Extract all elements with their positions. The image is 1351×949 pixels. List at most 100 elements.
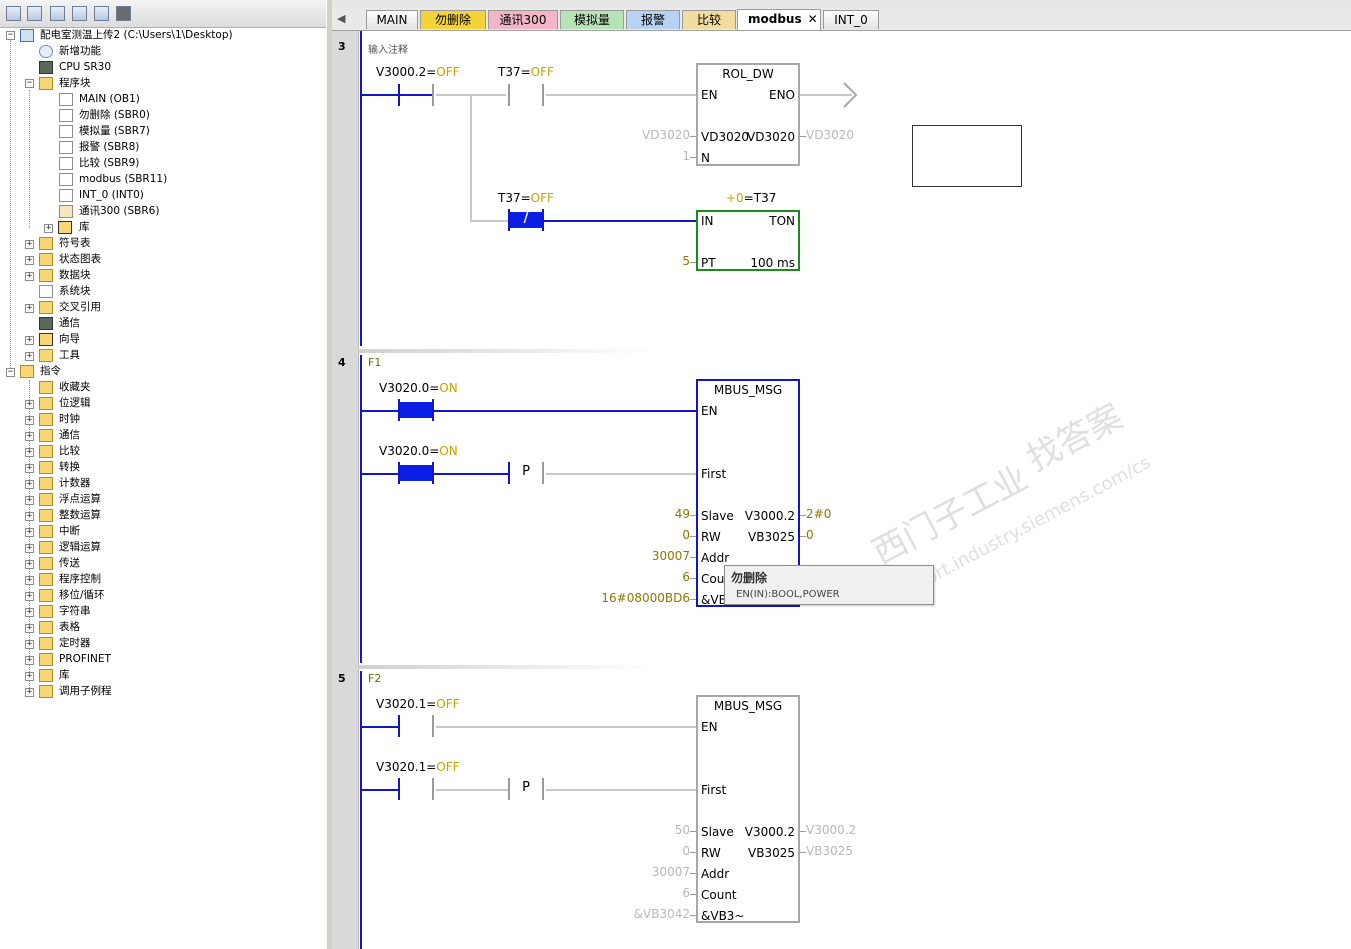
- expand-icon[interactable]: +: [25, 240, 34, 249]
- tree-item-table[interactable]: 表格: [59, 619, 80, 635]
- expand-icon[interactable]: +: [25, 592, 34, 601]
- operand-value[interactable]: 16#08000BD6: [582, 591, 690, 605]
- expand-icon[interactable]: +: [25, 640, 34, 649]
- tab-int0[interactable]: INT_0: [823, 10, 879, 29]
- tree-item-clock[interactable]: 时钟: [59, 411, 80, 427]
- tree-item-cpu[interactable]: CPU SR30: [59, 59, 111, 75]
- tree-item-interrupt[interactable]: 中断: [59, 523, 80, 539]
- tree-item-cross-ref[interactable]: 交叉引用: [59, 299, 101, 315]
- positive-edge-contact[interactable]: P: [508, 778, 544, 800]
- operand-value[interactable]: 1: [662, 149, 690, 163]
- tree-item-bit-logic[interactable]: 位逻辑: [59, 395, 91, 411]
- expand-lib-icon[interactable]: +: [44, 224, 53, 233]
- operand-value[interactable]: 6: [652, 886, 690, 900]
- tree-item-float-math[interactable]: 浮点运算: [59, 491, 101, 507]
- rol-dw-box[interactable]: ROL_DW EN ENO VD3020 VD3020 N: [696, 63, 800, 166]
- contact-no[interactable]: [398, 715, 434, 737]
- mbus-msg-box[interactable]: MBUS_MSG EN First Slave V3000.2 RW VB302…: [696, 695, 800, 923]
- expand-icon[interactable]: +: [25, 528, 34, 537]
- expand-icon[interactable]: +: [25, 560, 34, 569]
- window-icon[interactable]: [94, 6, 109, 21]
- tree-item-move[interactable]: 传送: [59, 555, 80, 571]
- contact-no[interactable]: [398, 462, 434, 484]
- collapse-program-block-icon[interactable]: −: [25, 79, 34, 88]
- tab-main[interactable]: MAIN: [366, 10, 418, 29]
- tree-item-tools[interactable]: 工具: [59, 347, 80, 363]
- tree-item-favorites[interactable]: 收藏夹: [59, 379, 91, 395]
- expand-icon[interactable]: +: [25, 416, 34, 425]
- operand-value[interactable]: 5: [662, 254, 690, 268]
- tree-item-project[interactable]: 配电室测温上传2 (C:\Users\1\Desktop): [40, 27, 233, 43]
- tab-sbr11[interactable]: modbus ✕: [737, 9, 821, 30]
- operand-value[interactable]: 6: [652, 570, 690, 584]
- operand-value[interactable]: &VB3042: [602, 907, 690, 921]
- tree-item-compare[interactable]: 比较: [59, 443, 80, 459]
- tree-item-timer[interactable]: 定时器: [59, 635, 91, 651]
- operand-value[interactable]: 50: [652, 823, 690, 837]
- network-comment[interactable]: F2: [368, 672, 381, 685]
- tree-item-main[interactable]: MAIN (OB1): [79, 91, 140, 107]
- expand-icon[interactable]: +: [25, 656, 34, 665]
- tree-item-sbr9[interactable]: 比较 (SBR9): [79, 155, 139, 171]
- collapse-project-icon[interactable]: −: [6, 31, 15, 40]
- tree-item-sbr7[interactable]: 模拟量 (SBR7): [79, 123, 150, 139]
- expand-icon[interactable]: +: [25, 304, 34, 313]
- expand-icon[interactable]: +: [25, 544, 34, 553]
- close-tab-icon[interactable]: ✕: [808, 12, 818, 26]
- expand-icon[interactable]: +: [25, 576, 34, 585]
- operand-value[interactable]: 0: [652, 844, 690, 858]
- contact-no[interactable]: [398, 84, 434, 106]
- tree-item-call-sub[interactable]: 调用子例程: [59, 683, 112, 699]
- tree-item-lib2[interactable]: 库: [59, 667, 70, 683]
- tree-item-int-math[interactable]: 整数运算: [59, 507, 101, 523]
- expand-icon[interactable]: +: [25, 272, 34, 281]
- tree-item-system-block[interactable]: 系统块: [59, 283, 91, 299]
- expand-icon[interactable]: +: [25, 672, 34, 681]
- expand-icon[interactable]: +: [25, 336, 34, 345]
- tree-item-string[interactable]: 字符串: [59, 603, 91, 619]
- tab-sbr8[interactable]: 报警: [626, 10, 680, 29]
- expand-icon[interactable]: +: [25, 256, 34, 265]
- tree-item-lib[interactable]: 库: [79, 219, 90, 235]
- table-icon[interactable]: [27, 6, 42, 21]
- operand-value[interactable]: 2#0: [806, 507, 831, 521]
- operand-value[interactable]: 30007: [632, 865, 690, 879]
- tree-item-new-feature[interactable]: 新增功能: [59, 43, 101, 59]
- tree-item-instructions[interactable]: 指令: [40, 363, 61, 379]
- tab-sbr0[interactable]: 勿删除: [420, 10, 486, 29]
- expand-icon[interactable]: +: [25, 352, 34, 361]
- operand-value[interactable]: V3000.2: [806, 823, 856, 837]
- tree-item-status-chart[interactable]: 状态图表: [59, 251, 101, 267]
- tree-item-sbr6[interactable]: 通讯300 (SBR6): [79, 203, 159, 219]
- expand-icon[interactable]: +: [25, 608, 34, 617]
- expand-icon[interactable]: +: [25, 512, 34, 521]
- view-icon[interactable]: [6, 6, 21, 21]
- operand-value[interactable]: 0: [806, 528, 814, 542]
- operand-value[interactable]: 49: [652, 507, 690, 521]
- positive-edge-contact[interactable]: P: [508, 462, 544, 484]
- ton-timer-box[interactable]: IN TON PT 100 ms: [696, 210, 800, 271]
- document-icon[interactable]: [50, 6, 65, 21]
- operand-value[interactable]: 0: [652, 528, 690, 542]
- tree-item-symbols[interactable]: 符号表: [59, 235, 91, 251]
- tree-item-int0[interactable]: INT_0 (INT0): [79, 187, 144, 203]
- collapse-instructions-icon[interactable]: −: [6, 368, 15, 377]
- tab-sbr6[interactable]: 通讯300: [488, 10, 558, 29]
- tree-item-shift-rotate[interactable]: 移位/循环: [59, 587, 105, 603]
- expand-icon[interactable]: +: [25, 688, 34, 697]
- tree-item-counter[interactable]: 计数器: [59, 475, 91, 491]
- operand-value[interactable]: VD3020: [632, 128, 690, 142]
- expand-icon[interactable]: +: [25, 464, 34, 473]
- operand-value[interactable]: VB3025: [806, 844, 853, 858]
- tree-item-wizard[interactable]: 向导: [59, 331, 80, 347]
- network-comment[interactable]: F1: [368, 356, 381, 369]
- network-comment[interactable]: 输入注释: [368, 41, 408, 56]
- tree-item-program-block[interactable]: 程序块: [59, 75, 91, 91]
- tree-item-profinet[interactable]: PROFINET: [59, 651, 111, 667]
- monitor-icon[interactable]: [116, 6, 131, 21]
- tree-item-sbr0[interactable]: 勿删除 (SBR0): [79, 107, 150, 123]
- contact-nc[interactable]: /: [508, 209, 544, 231]
- tree-item-program-ctrl[interactable]: 程序控制: [59, 571, 101, 587]
- operand-value[interactable]: VD3020: [806, 128, 854, 142]
- tree-item-sbr8[interactable]: 报警 (SBR8): [79, 139, 139, 155]
